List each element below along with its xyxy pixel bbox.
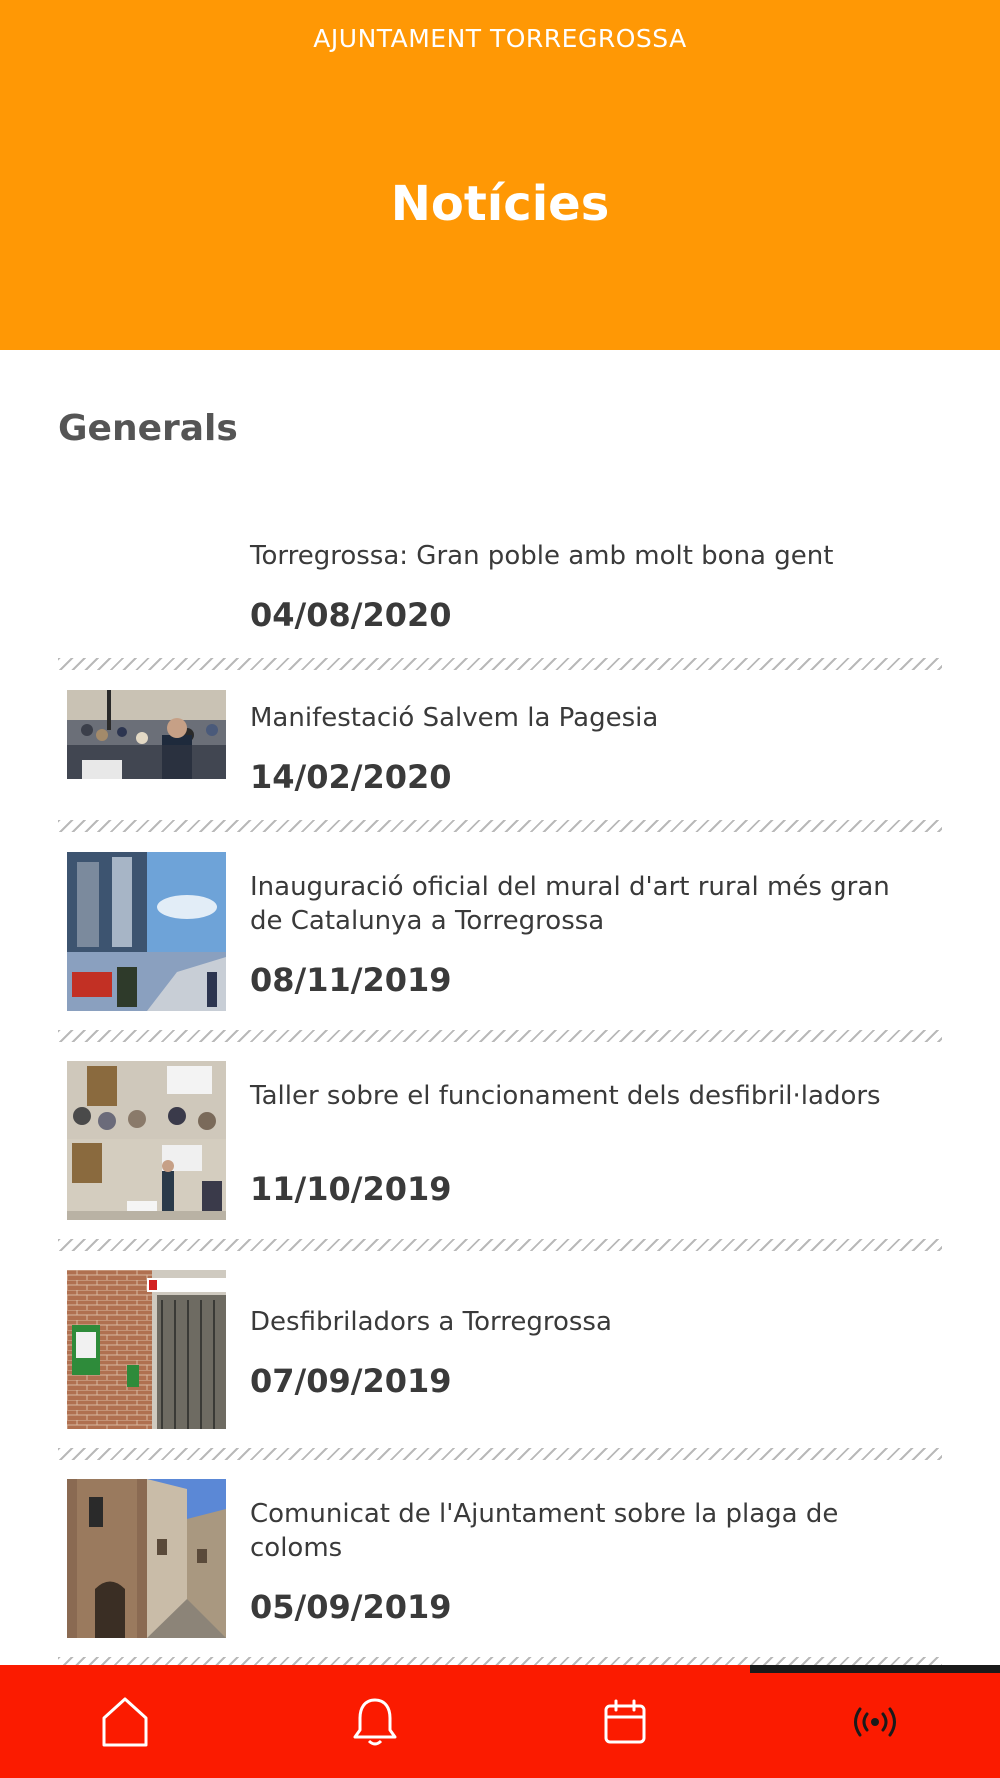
divider <box>58 1030 942 1042</box>
news-date: 08/11/2019 <box>250 961 452 999</box>
page-title: Notícies <box>390 176 610 232</box>
news-thumbnail <box>67 690 226 779</box>
news-headline: Comunicat de l'Ajuntament sobre la plaga… <box>250 1499 839 1563</box>
bell-icon <box>353 1698 397 1745</box>
news-headline: Desfibriladors a Torregrossa <box>250 1307 612 1337</box>
home-icon <box>102 1697 148 1746</box>
divider <box>58 1239 942 1251</box>
tab-broadcast[interactable] <box>750 1665 1000 1778</box>
news-thumbnail <box>67 852 226 1011</box>
section-title: Generals <box>58 408 238 449</box>
broadcast-icon <box>854 1707 896 1736</box>
news-date: 07/09/2019 <box>250 1362 452 1400</box>
news-thumbnail <box>67 1479 226 1638</box>
news-date: 14/02/2020 <box>250 758 452 796</box>
active-tab-indicator <box>750 1665 1000 1673</box>
bottom-tab-bar <box>0 1665 1000 1778</box>
news-headline: Taller sobre el funcionament dels desfib… <box>250 1081 881 1111</box>
news-date: 11/10/2019 <box>250 1170 452 1208</box>
calendar-icon <box>604 1699 646 1743</box>
divider <box>58 658 942 670</box>
news-thumbnail <box>67 1061 226 1220</box>
news-headline: Manifestació Salvem la Pagesia <box>250 703 659 733</box>
divider <box>58 1448 942 1460</box>
news-date: 05/09/2019 <box>250 1588 452 1626</box>
news-date: 04/08/2020 <box>250 596 452 634</box>
header: AJUNTAMENT TORREGROSSA Notícies <box>0 0 1000 350</box>
org-name: AJUNTAMENT TORREGROSSA <box>313 24 687 53</box>
divider <box>58 820 942 832</box>
tab-notifications[interactable] <box>250 1665 500 1778</box>
tab-home[interactable] <box>0 1665 250 1778</box>
news-headline: Inauguració oficial del mural d'art rura… <box>250 872 890 936</box>
news-headline: Torregrossa: Gran poble amb molt bona ge… <box>250 541 834 571</box>
news-thumbnail <box>67 1270 226 1429</box>
tab-calendar[interactable] <box>500 1665 750 1778</box>
